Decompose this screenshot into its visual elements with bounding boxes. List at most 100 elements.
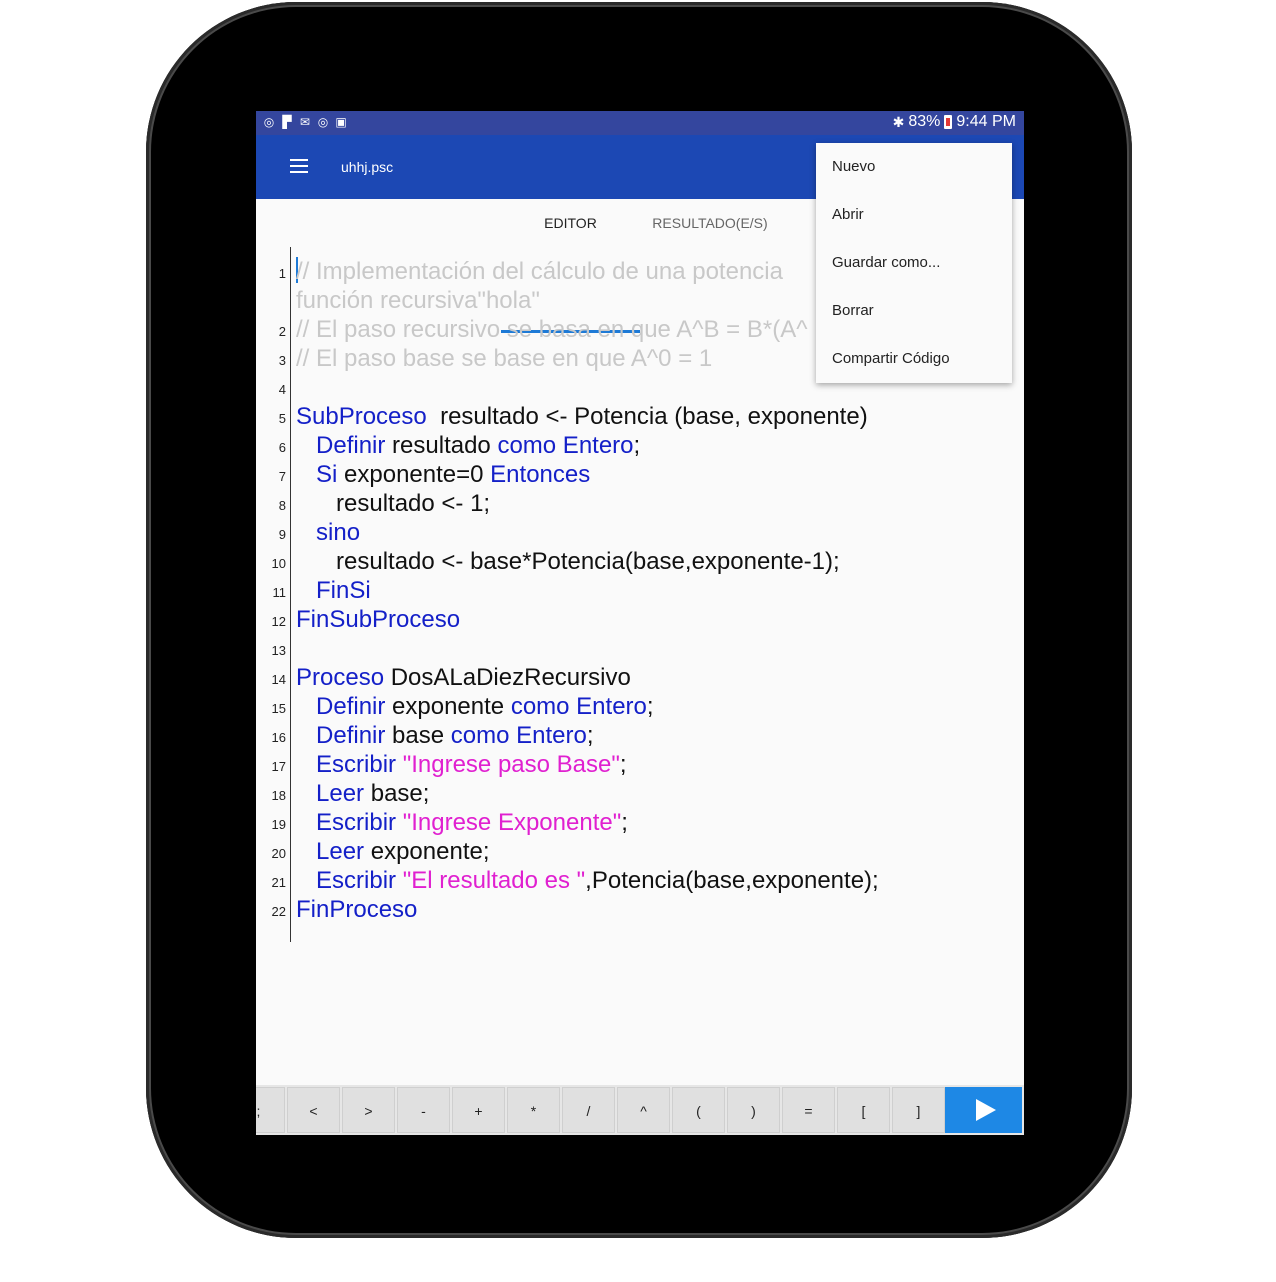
code-text: Si exponente=0 Entonces [296,460,590,489]
line-number: 15 [271,701,286,716]
symbol-key[interactable]: < [287,1087,340,1133]
code-text: Escribir "El resultado es ",Potencia(bas… [296,866,879,895]
comment-token: // El paso recursivo se basa en que A^B … [296,316,808,343]
symbol-key[interactable]: [ [837,1087,890,1133]
code-text: FinProceso [296,895,417,924]
code-token: resultado <- base*Potencia(base,exponent… [296,548,840,575]
menu-item-abrir[interactable]: Abrir [832,191,864,239]
keyword-token: Definir [316,722,386,749]
line-number: 5 [278,411,286,426]
line-number: 11 [272,585,287,600]
code-token: exponente=0 [337,461,491,488]
menu-item-compartir-codigo[interactable]: Compartir Código [832,335,950,383]
menu-item-borrar[interactable]: Borrar [832,287,874,335]
line-number: 12 [271,614,286,629]
symbol-key[interactable]: ^ [617,1087,670,1133]
code-token: ; [621,809,628,836]
keyword-token: Escribir [316,809,397,836]
battery-percent: 83% [908,113,941,130]
keyword-token: como Entero [510,693,647,720]
code-text: Escribir "Ingrese Exponente"; [296,808,628,837]
code-token: ; [586,722,594,749]
run-button[interactable] [945,1087,1022,1133]
code-text: resultado <- 1; [296,489,490,518]
briefcase-icon: ▣ [335,115,347,129]
symbol-key[interactable]: / [562,1087,615,1133]
code-text: Definir exponente como Entero; [296,692,654,721]
line-number: 9 [278,527,286,542]
notification-icons: ◎ ▛ ✉ ◎ ▣ [262,115,348,129]
code-token: ; [619,751,627,778]
symbol-key[interactable]: = [782,1087,835,1133]
symbol-key[interactable]: ) [727,1087,780,1133]
string-token: "Ingrese Exponente" [402,809,622,836]
keyword-token: Definir [316,693,386,720]
code-text: // El paso recursivo se basa en que A^B … [296,315,807,344]
hamburger-menu-icon[interactable] [290,159,308,173]
tab-resultado[interactable]: RESULTADO(E/S) [640,199,780,247]
comment-token: función recursiva"hola" [296,287,540,314]
symbol-key[interactable]: - [397,1087,450,1133]
notification-icon: ◎ [263,115,275,129]
menu-item-guardar-como[interactable]: Guardar como... [832,239,940,287]
keyword-token: Leer [316,838,365,865]
code-token: resultado [385,432,498,459]
symbol-key[interactable]: ( [672,1087,725,1133]
code-token: DosALaDiezRecursivo [384,664,631,691]
line-number: 6 [278,440,286,455]
line-number: 2 [278,324,286,339]
keyword-token: FinProceso [296,896,418,923]
code-text: Leer base; [296,779,429,808]
symbol-key[interactable]: ] [892,1087,945,1133]
code-text: Leer exponente; [296,837,490,866]
line-number: 14 [271,672,286,687]
line-number: 20 [271,846,286,861]
symbol-key[interactable]: ; [256,1087,285,1133]
symbol-keyboard: ; < > - + * / ^() =[] [256,1085,1024,1135]
symbol-key[interactable]: > [342,1087,395,1133]
code-token: resultado <- 1; [296,490,491,517]
code-text: resultado <- base*Potencia(base,exponent… [296,547,840,576]
code-text: SubProceso resultado <- Potencia (base, … [296,402,868,431]
code-token: ,Potencia(base,exponente); [585,867,879,894]
keyword-token: sino [316,519,361,546]
code-text: FinSi [296,576,371,605]
code-token: exponente [385,693,511,720]
symbol-key[interactable]: + [452,1087,505,1133]
code-token: exponente; [364,838,490,865]
tab-editor[interactable]: EDITOR [501,199,640,247]
code-text: // Implementación del cálculo de una pot… [296,257,783,286]
keyword-token: Proceso [296,664,385,691]
clock: 9:44 PM [956,113,1016,130]
code-text: Definir base como Entero; [296,721,594,750]
comment-token: // El paso base se base en que A^0 = 1 [296,345,713,372]
line-number: 21 [271,875,286,890]
overflow-menu: Nuevo Abrir Guardar como... Borrar Compa… [816,143,1012,383]
line-number: 17 [271,759,286,774]
code-token: ; [633,432,641,459]
line-number: 3 [278,353,286,368]
line-number: 13 [271,643,286,658]
code-text: Escribir "Ingrese paso Base"; [296,750,627,779]
code-text: Definir resultado como Entero; [296,431,640,460]
keyword-token: como Entero [450,722,587,749]
menu-item-nuevo[interactable]: Nuevo [832,143,875,191]
bluetooth-icon: ✱ [892,113,905,130]
status-right: ✱ 83% 9:44 PM [893,113,1016,131]
code-token: base; [364,780,430,807]
symbol-key[interactable]: * [507,1087,560,1133]
line-number: 4 [278,382,286,397]
keyword-token: FinSubProceso [296,606,461,633]
file-title: uhhj.psc [341,159,394,175]
line-number: 22 [271,904,286,919]
